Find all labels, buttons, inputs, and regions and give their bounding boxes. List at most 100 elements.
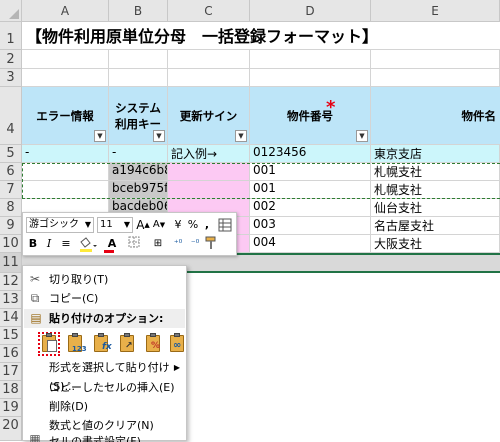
column-header-c[interactable]: C	[168, 0, 250, 22]
font-name-box[interactable]: 游ゴシック ▼	[26, 217, 94, 233]
row-header-9[interactable]: 9	[0, 217, 22, 235]
paste-button[interactable]	[38, 332, 60, 356]
cell-a6[interactable]	[22, 163, 109, 181]
cell[interactable]	[371, 69, 500, 87]
header-error-info[interactable]: エラー情報 ▼	[22, 87, 109, 145]
select-all-corner[interactable]	[0, 0, 22, 22]
cell[interactable]	[168, 50, 250, 69]
row-header-19[interactable]: 19	[0, 399, 22, 417]
row-header-3[interactable]: 3	[0, 69, 22, 87]
menu-item-clear[interactable]: 数式と値のクリア(N)	[23, 416, 186, 435]
align-button[interactable]: ≡	[59, 236, 73, 252]
cell-d5[interactable]: 0123456	[250, 145, 371, 163]
grow-font-button[interactable]: A▲	[136, 217, 150, 233]
cell-c5[interactable]: 記入例→	[168, 145, 250, 163]
cell[interactable]	[250, 69, 371, 87]
cell[interactable]	[250, 50, 371, 69]
cell[interactable]	[22, 69, 109, 87]
header-system-key[interactable]: システム利用キー ▼	[109, 87, 168, 145]
cell-d8[interactable]: 002	[250, 199, 371, 217]
fill-color-button[interactable]	[77, 236, 99, 257]
font-size-box[interactable]: 11 ▼	[97, 217, 133, 233]
comma-button[interactable]: ,	[201, 217, 213, 233]
cell[interactable]	[109, 50, 168, 69]
paste-formatting-button[interactable]: %	[142, 332, 164, 356]
row-header-14[interactable]: 14	[0, 309, 22, 327]
cell[interactable]	[109, 69, 168, 87]
paste-transpose-button[interactable]: ↗	[116, 332, 138, 356]
cell-d10[interactable]: 004	[250, 235, 371, 253]
cell-c6[interactable]	[168, 163, 250, 181]
cell-d9[interactable]: 003	[250, 217, 371, 235]
column-header-a[interactable]: A	[22, 0, 109, 22]
increase-decimal-button[interactable]: ⁺⁰	[170, 236, 186, 252]
decrease-decimal-button[interactable]: ⁻⁰	[187, 236, 203, 252]
context-menu: ✂ 切り取り(T) ⧉ コピー(C) ▤ 貼り付けのオプション: 123 fx …	[22, 265, 188, 442]
paste-values-button[interactable]: 123	[64, 332, 87, 356]
menu-item-insert-copied[interactable]: コピーしたセルの挿入(E)	[23, 378, 186, 397]
row-header-1[interactable]: 1	[0, 22, 22, 50]
filter-dropdown-icon[interactable]: ▼	[94, 130, 106, 142]
row-header-2[interactable]: 2	[0, 50, 22, 69]
cell[interactable]	[371, 50, 500, 69]
cell[interactable]	[22, 50, 109, 69]
format-painter-button[interactable]	[204, 236, 220, 255]
cell-e5[interactable]: 東京支店	[371, 145, 500, 163]
bold-button[interactable]: B	[27, 236, 39, 252]
paste-link-button[interactable]: ∞	[166, 332, 188, 356]
menu-item-cut[interactable]: ✂ 切り取り(T)	[23, 270, 186, 289]
font-color-button[interactable]: A	[101, 236, 123, 253]
cell-d7[interactable]: 001	[250, 181, 371, 199]
cell-c7[interactable]	[168, 181, 250, 199]
increase-decimal-icon: ⁺⁰	[173, 239, 183, 249]
empty-cells-area[interactable]	[187, 273, 500, 441]
filter-dropdown-icon[interactable]: ▼	[356, 130, 368, 142]
cell-e9[interactable]: 名古屋支社	[371, 217, 500, 235]
column-header-d[interactable]: D	[250, 0, 371, 22]
borders-button[interactable]	[127, 236, 145, 255]
cell[interactable]	[168, 69, 250, 87]
menu-item-delete[interactable]: 削除(D)	[23, 397, 186, 416]
column-header-b[interactable]: B	[109, 0, 168, 22]
menu-item-paste-special[interactable]: 形式を選択して貼り付け(S)... ▶	[23, 358, 186, 393]
header-property-name[interactable]: 物件名	[371, 87, 500, 145]
header-update-sign[interactable]: 更新サイン ▼	[168, 87, 250, 145]
filter-dropdown-icon[interactable]: ▼	[153, 130, 165, 142]
row-header-15[interactable]: 15	[0, 327, 22, 345]
menu-item-copy[interactable]: ⧉ コピー(C)	[23, 289, 186, 308]
row-header-4[interactable]: 4	[0, 87, 22, 145]
cell-e6[interactable]: 札幌支社	[371, 163, 500, 181]
row-header-11[interactable]: 11	[0, 253, 22, 273]
row-header-8[interactable]: 8	[0, 199, 22, 217]
row-header-20[interactable]: 20	[0, 417, 22, 441]
cell-d6[interactable]: 001	[250, 163, 371, 181]
cell-e7[interactable]: 札幌支社	[371, 181, 500, 199]
merge-button[interactable]: ⊞	[149, 236, 167, 252]
column-header-e[interactable]: E	[371, 0, 500, 22]
row-header-6[interactable]: 6	[0, 163, 22, 181]
percent-button[interactable]: %	[186, 217, 200, 233]
cell-b7[interactable]: bceb975f-	[109, 181, 168, 199]
row-header-7[interactable]: 7	[0, 181, 22, 199]
row-header-18[interactable]: 18	[0, 381, 22, 399]
cell-a5[interactable]: -	[22, 145, 109, 163]
italic-button[interactable]: I	[43, 236, 55, 252]
cell-e10[interactable]: 大阪支社	[371, 235, 500, 253]
paste-formulas-button[interactable]: fx	[90, 332, 112, 356]
cell-b5[interactable]: -	[109, 145, 168, 163]
cell-e8[interactable]: 仙台支社	[371, 199, 500, 217]
row-header-13[interactable]: 13	[0, 291, 22, 309]
row-header-17[interactable]: 17	[0, 363, 22, 381]
cell-b6[interactable]: a194c6b8	[109, 163, 168, 181]
row-header-16[interactable]: 16	[0, 345, 22, 363]
row-header-5[interactable]: 5	[0, 145, 22, 163]
format-table-button[interactable]	[217, 217, 233, 237]
row-header-12[interactable]: 12	[0, 273, 22, 291]
shrink-font-button[interactable]: A▼	[152, 217, 166, 233]
copy-marquee-bottom	[22, 198, 500, 199]
cell-a7[interactable]	[22, 181, 109, 199]
header-property-number[interactable]: 物件番号 * ▼	[250, 87, 371, 145]
currency-button[interactable]: ¥	[171, 217, 185, 233]
filter-dropdown-icon[interactable]: ▼	[235, 130, 247, 142]
row-header-10[interactable]: 10	[0, 235, 22, 253]
